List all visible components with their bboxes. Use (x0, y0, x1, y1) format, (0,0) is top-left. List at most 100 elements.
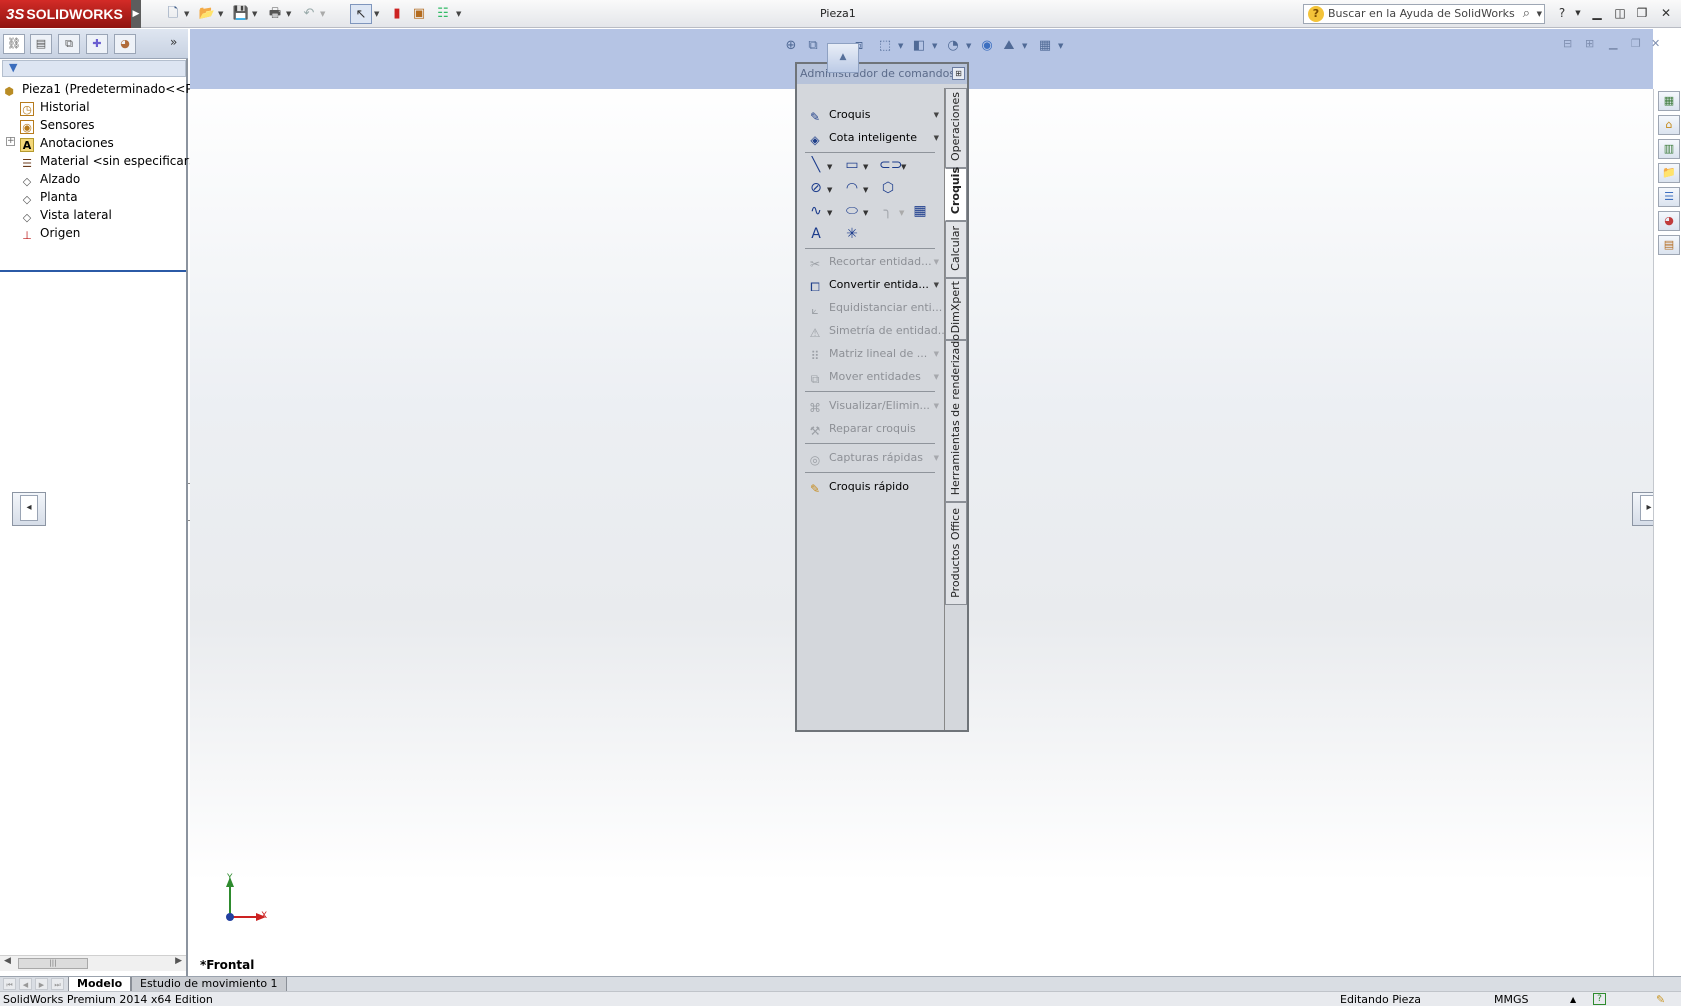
print-icon[interactable]: 🖶 (264, 4, 286, 24)
featuremanager-tab-icon[interactable]: ⛓ (3, 34, 25, 54)
units-dropdown-arrow[interactable]: ▲ (1570, 992, 1576, 1007)
units-selector[interactable]: MMGS (1494, 992, 1529, 1007)
sketch-dropdown-arrow[interactable]: ▼ (934, 105, 939, 125)
search-icon[interactable]: ⌕ (1523, 5, 1530, 23)
arc-dropdown-arrow[interactable]: ▼ (863, 181, 868, 199)
tab-operaciones[interactable]: Operaciones (945, 88, 967, 168)
spline-dropdown-arrow[interactable]: ▼ (827, 204, 832, 222)
tab-productos-office[interactable]: Productos Office (945, 502, 967, 605)
hide-show-dropdown[interactable]: ▼ (966, 37, 971, 55)
tree-item-historial[interactable]: ◷ Historial (20, 98, 90, 116)
relations-dropdown-arrow[interactable]: ▼ (934, 396, 939, 416)
slot-dropdown-arrow[interactable]: ▼ (901, 158, 906, 176)
plane-tool-icon[interactable]: ▦ (911, 202, 929, 220)
tile-window-icon[interactable]: ◫ (1611, 4, 1629, 22)
hide-show-items-icon[interactable]: ◔ (944, 37, 962, 55)
restore-window-icon[interactable]: ❐ (1633, 4, 1651, 22)
fillet-tool-icon[interactable]: ╮ (879, 202, 897, 220)
display-style-dropdown[interactable]: ▼ (932, 37, 937, 55)
tree-filter-bar[interactable]: ▼ (2, 60, 186, 77)
line-tool-icon[interactable]: ╲ (807, 156, 825, 174)
configurationmanager-tab-icon[interactable]: ⧉ (58, 34, 80, 54)
solidworks-resources-icon[interactable]: ▦ (1658, 91, 1680, 111)
linear-pattern-dropdown-arrow[interactable]: ▼ (934, 344, 939, 364)
rapid-sketch-button[interactable]: ✎ Croquis rápido (807, 477, 935, 497)
arc-tool-icon[interactable]: ◠ (843, 179, 861, 197)
trim-entities-button[interactable]: ✂ Recortar entidad... ▼ (807, 252, 939, 272)
viewport-split-vertical-icon[interactable]: ⊞ (1585, 37, 1594, 50)
view-orientation-icon[interactable]: ⬚ (876, 37, 894, 55)
offset-entities-button[interactable]: ⟀ Equidistanciar enti... (807, 298, 942, 318)
select-cursor-icon[interactable]: ↖ (350, 4, 372, 24)
view-settings-dropdown[interactable]: ▼ (1058, 37, 1063, 55)
file-properties-icon[interactable]: ▣ (408, 4, 430, 24)
tab-modelo[interactable]: Modelo (68, 977, 132, 992)
rebuild-status-icon[interactable]: ✎ (1656, 992, 1665, 1007)
tree-item-material[interactable]: ☰ Material <sin especificar> (20, 152, 199, 170)
smart-dimension-dropdown-arrow[interactable]: ▼ (934, 128, 939, 148)
dimxpertmanager-tab-icon[interactable]: ✚ (86, 34, 108, 54)
propertymanager-tab-icon[interactable]: ▤ (30, 34, 52, 54)
save-icon[interactable]: 💾 (230, 4, 252, 24)
view-settings-icon[interactable]: ▦ (1036, 37, 1054, 55)
display-delete-relations-button[interactable]: ⌘ Visualizar/Elimin... ▼ (807, 396, 939, 416)
new-dropdown-arrow[interactable]: ▼ (184, 4, 193, 24)
text-tool-icon[interactable]: A (807, 225, 825, 243)
circle-tool-icon[interactable]: ⊘ (807, 179, 825, 197)
help-search-input[interactable]: ? Buscar en la Ayuda de SolidWorks ⌕ ▼ (1303, 4, 1545, 24)
tree-item-planta[interactable]: ◇ Planta (20, 188, 78, 206)
move-entities-button[interactable]: ⧉ Mover entidades ▼ (807, 367, 939, 387)
apply-scene-dropdown[interactable]: ▼ (1022, 37, 1027, 55)
new-document-icon[interactable]: 🗋 (162, 4, 184, 24)
tree-item-vista-lateral[interactable]: ◇ Vista lateral (20, 206, 112, 224)
doc-minimize-icon[interactable]: ▁ (1609, 37, 1617, 50)
tab-croquis[interactable]: Croquis (945, 167, 967, 221)
spline-tool-icon[interactable]: ∿ (807, 202, 825, 220)
select-dropdown-arrow[interactable]: ▼ (374, 4, 383, 24)
move-dropdown-arrow[interactable]: ▼ (934, 367, 939, 387)
displaymanager-tab-icon[interactable]: ◕ (114, 34, 136, 54)
slot-tool-icon[interactable]: ⊂⊃ (879, 156, 902, 174)
options-dropdown-arrow[interactable]: ▼ (456, 4, 465, 24)
expand-tabs-icon[interactable]: » (170, 35, 177, 49)
quick-snaps-button[interactable]: ◎ Capturas rápidas ▼ (807, 448, 939, 468)
command-manager-collapse-button[interactable]: ▲ (827, 43, 859, 73)
expand-annotations-icon[interactable]: + (6, 137, 15, 146)
ellipse-tool-icon[interactable]: ⬭ (843, 202, 861, 220)
convert-entities-button[interactable]: ⧠ Convertir entida... ▼ (807, 275, 939, 295)
close-icon[interactable]: ✕ (1657, 4, 1675, 22)
tree-root-part[interactable]: ⬢ Pieza1 (Predeterminado<<Pred (2, 80, 212, 98)
tab-estudio-de-movimiento[interactable]: Estudio de movimiento 1 (131, 977, 287, 992)
scroll-thumb[interactable]: ||| (18, 958, 88, 969)
sketch-button[interactable]: ✎ Croquis ▼ (807, 105, 939, 125)
print-dropdown-arrow[interactable]: ▼ (286, 4, 295, 24)
rebuild-traffic-light-icon[interactable]: ▮ (386, 4, 408, 24)
mirror-entities-button[interactable]: ⚠ Simetría de entidad... (807, 321, 949, 341)
circle-dropdown-arrow[interactable]: ▼ (827, 181, 832, 199)
design-library-icon[interactable]: ▥ (1658, 139, 1680, 159)
tree-rollback-bar[interactable] (0, 270, 186, 272)
help-status-icon[interactable]: ? (1593, 993, 1606, 1005)
tab-calcular[interactable]: Calcular (945, 221, 967, 278)
open-dropdown-arrow[interactable]: ▼ (218, 4, 227, 24)
view-orientation-dropdown[interactable]: ▼ (898, 37, 903, 55)
search-dropdown-arrow[interactable]: ▼ (1537, 5, 1542, 23)
view-palette-icon[interactable]: ☰ (1658, 187, 1680, 207)
smart-dimension-button[interactable]: ◈ Cota inteligente ▼ (807, 128, 939, 148)
quick-snaps-dropdown-arrow[interactable]: ▼ (934, 448, 939, 468)
tree-horizontal-scrollbar[interactable]: ◀ ||| ▶ (0, 955, 186, 971)
apply-scene-icon[interactable]: ⛰ (1000, 37, 1018, 55)
doc-restore-icon[interactable]: ❐ (1631, 37, 1641, 50)
scroll-left-arrow[interactable]: ◀ (4, 956, 11, 966)
display-style-icon[interactable]: ◧ (910, 37, 928, 55)
help-dropdown-arrow[interactable]: ▼ (1569, 4, 1587, 22)
undo-dropdown-arrow[interactable]: ▼ (320, 4, 329, 24)
scroll-right-arrow[interactable]: ▶ (175, 956, 182, 966)
doc-close-icon[interactable]: ✕ (1651, 37, 1660, 50)
linear-pattern-button[interactable]: ⠿ Matriz lineal de ... ▼ (807, 344, 939, 364)
tree-item-alzado[interactable]: ◇ Alzado (20, 170, 80, 188)
edit-appearance-icon[interactable]: ◉ (978, 37, 996, 55)
fillet-dropdown-arrow[interactable]: ▼ (899, 204, 904, 222)
viewport-split-horizontal-icon[interactable]: ⊟ (1563, 37, 1572, 50)
undo-icon[interactable]: ↶ (298, 4, 320, 24)
